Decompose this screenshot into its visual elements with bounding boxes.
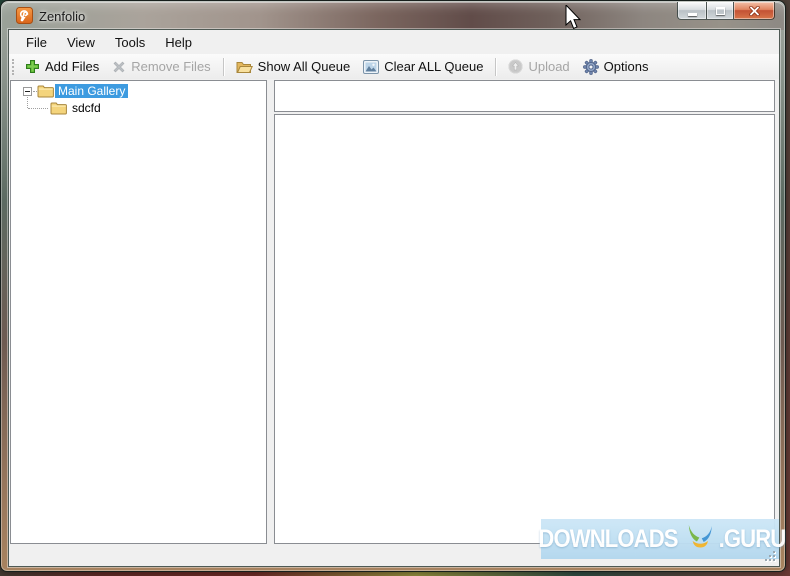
remove-files-button: Remove Files [107,57,215,76]
window-title: Zenfolio [39,9,86,24]
options-button[interactable]: Options [578,57,654,77]
toolbar-grip[interactable] [12,58,14,75]
upload-button: Upload [503,57,574,76]
close-icon [748,5,760,16]
maximize-icon [715,6,725,15]
menu-view[interactable]: View [57,32,105,53]
app-window: Zenfolio File View Tools Help Add Files … [0,0,786,572]
close-button[interactable] [734,2,775,20]
caption-buttons [677,2,775,20]
tree-collapse-icon[interactable] [23,87,32,96]
download-arrow-icon [688,525,712,548]
tree-item-main-gallery[interactable]: Main Gallery [55,84,129,98]
toolbar: Add Files Remove Files Show All Queue Cl… [9,54,779,79]
gear-icon [582,58,599,75]
toolbar-separator [222,57,224,76]
options-label: Options [603,59,649,74]
folder-icon [37,85,54,98]
picture-icon [363,59,380,74]
remove-files-label: Remove Files [131,59,211,74]
clear-all-queue-button[interactable]: Clear ALL Queue [358,57,488,76]
upload-globe-icon [508,59,523,74]
client-area: File View Tools Help Add Files Remove Fi… [8,29,780,567]
mouse-cursor [565,5,582,30]
resize-grip[interactable] [764,550,775,561]
minimize-icon [687,12,697,16]
toolbar-separator [495,57,497,76]
show-all-queue-label: Show All Queue [257,59,351,74]
queue-header-strip [274,80,775,112]
show-all-queue-button[interactable]: Show All Queue [231,57,356,76]
title-bar[interactable]: Zenfolio [2,2,784,30]
menu-help[interactable]: Help [155,32,202,53]
menu-file[interactable]: File [16,32,57,53]
remove-x-icon [113,61,125,72]
add-files-label: Add Files [45,59,100,74]
gallery-tree-panel: Main Gallery sdcfd [10,80,267,544]
add-files-button[interactable]: Add Files [20,57,104,76]
minimize-button[interactable] [677,2,706,20]
folder-icon [50,102,67,115]
maximize-button[interactable] [706,2,734,20]
add-plus-icon [26,60,39,73]
zenfolio-logo-icon [16,7,33,24]
tree-item-sdcfd[interactable]: sdcfd [70,101,103,115]
open-folder-icon [236,61,253,73]
tree-connector [28,108,48,109]
menu-tools[interactable]: Tools [105,32,155,53]
clear-all-queue-label: Clear ALL Queue [384,59,484,74]
upload-label: Upload [528,59,570,74]
watermark-text-left: DOWNLOADS [538,524,678,553]
tree-connector [27,97,28,108]
queue-list-panel [274,114,775,544]
downloads-guru-watermark: DOWNLOADS .GURU [538,519,786,559]
menu-bar: File View Tools Help [9,30,779,54]
